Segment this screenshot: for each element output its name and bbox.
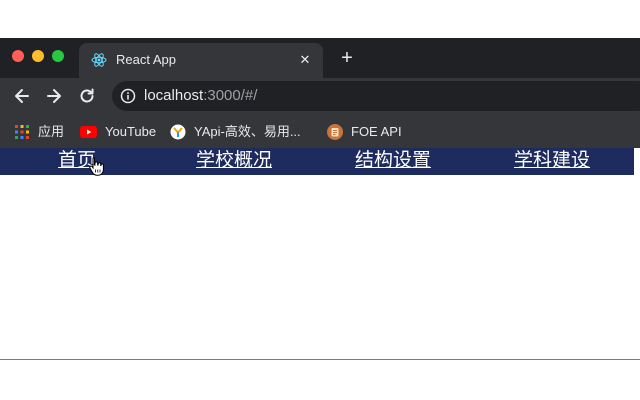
bookmark-label: FOE API xyxy=(351,124,402,139)
nav-link-structure-settings[interactable]: 结构设置 xyxy=(355,149,431,173)
bookmark-apps[interactable]: 应用 xyxy=(14,123,64,141)
yapi-icon xyxy=(170,124,186,140)
nav-link-school-overview[interactable]: 学校概况 xyxy=(196,149,272,173)
bookmark-yapi[interactable]: YApi-高效、易用... xyxy=(170,123,301,141)
tab-strip: React App ✕ + xyxy=(0,38,640,78)
bookmark-label: 应用 xyxy=(38,124,65,139)
browser-toolbar: localhost:3000/#/ xyxy=(0,78,640,114)
pointer-hand-cursor-icon xyxy=(89,157,104,176)
screenshot-frame: React App ✕ + localhost:3000/#/ 应用 YouTu… xyxy=(0,0,640,400)
tab-title: React App xyxy=(116,52,176,67)
new-tab-icon[interactable]: + xyxy=(338,48,356,68)
close-window-button[interactable] xyxy=(12,50,24,62)
browser-window: React App ✕ + localhost:3000/#/ 应用 YouTu… xyxy=(0,38,640,148)
window-controls xyxy=(12,50,64,62)
bookmark-label: YApi-高效、易用... xyxy=(194,124,301,139)
minimize-window-button[interactable] xyxy=(32,50,44,62)
bookmarks-bar: 应用 YouTube YApi-高效、易用... FOE API xyxy=(0,114,640,148)
divider-line xyxy=(0,359,640,360)
back-icon[interactable] xyxy=(12,86,32,106)
bookmark-label: YouTube xyxy=(105,124,157,139)
foe-api-icon xyxy=(327,124,343,140)
url-text: localhost:3000/#/ xyxy=(144,87,257,105)
site-info-icon[interactable] xyxy=(120,88,136,104)
nav-link-discipline-construction[interactable]: 学科建设 xyxy=(514,149,590,173)
react-icon xyxy=(91,53,107,67)
apps-grid-icon xyxy=(15,125,29,139)
reload-icon[interactable] xyxy=(77,86,97,106)
bookmark-youtube[interactable]: YouTube xyxy=(80,123,156,141)
maximize-window-button[interactable] xyxy=(52,50,64,62)
address-bar[interactable]: localhost:3000/#/ xyxy=(112,81,640,111)
tab-react-app[interactable]: React App ✕ xyxy=(79,43,323,78)
close-tab-icon[interactable]: ✕ xyxy=(297,52,313,68)
forward-icon[interactable] xyxy=(44,86,64,106)
youtube-icon xyxy=(80,126,97,138)
bookmark-foe-api[interactable]: FOE API xyxy=(327,123,402,141)
url-host: localhost xyxy=(144,87,204,104)
url-path: :3000/#/ xyxy=(203,87,258,104)
